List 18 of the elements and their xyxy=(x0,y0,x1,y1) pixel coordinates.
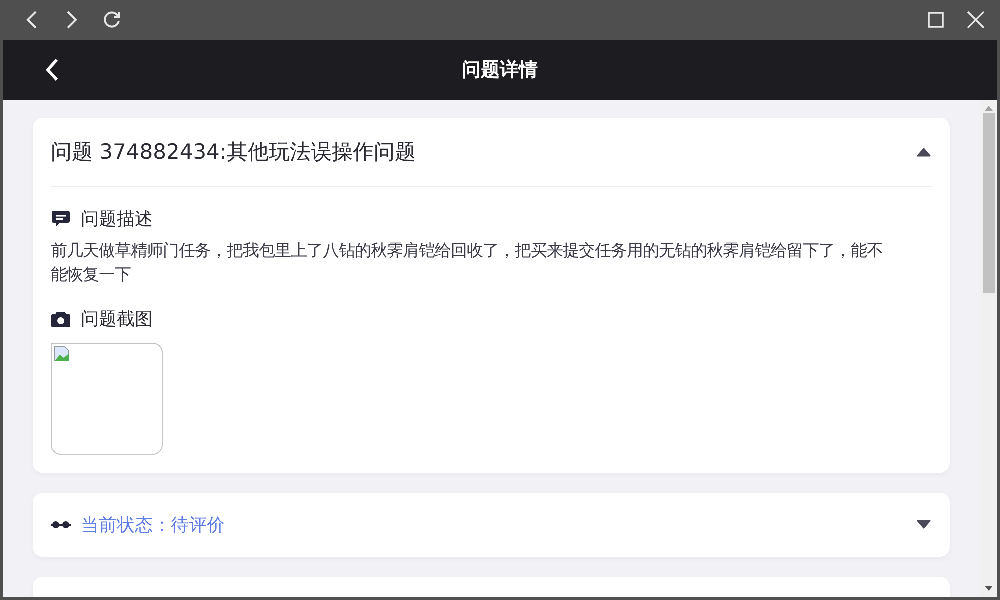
description-text: 前几天做草精师门任务，把我包里上了八钻的秋霁肩铠给回收了，把买来提交任务用的无钻的秋霁肩铠给留下了，能不能恢复一下 xyxy=(51,240,884,286)
section-heading: 问题描述 xyxy=(81,208,153,231)
close-icon[interactable] xyxy=(965,9,987,31)
status-icon xyxy=(51,521,71,529)
page-title: 问题详情 xyxy=(462,58,538,83)
status-text: 当前状态：待评价 xyxy=(81,514,225,537)
section-heading: 问题截图 xyxy=(81,308,153,331)
issue-title: 问题 374882434:其他玩法误操作问题 xyxy=(51,139,416,166)
expand-button[interactable] xyxy=(916,520,932,530)
scrollbar-thumb[interactable] xyxy=(982,113,994,293)
maximize-icon[interactable] xyxy=(925,9,947,31)
refresh-icon[interactable] xyxy=(101,9,123,31)
message-icon xyxy=(51,210,71,228)
camera-icon xyxy=(51,310,71,328)
scrollbar[interactable] xyxy=(980,100,997,597)
broken-image-icon xyxy=(54,346,70,362)
scroll-down-icon[interactable] xyxy=(984,586,992,592)
collapse-button[interactable] xyxy=(916,147,932,157)
